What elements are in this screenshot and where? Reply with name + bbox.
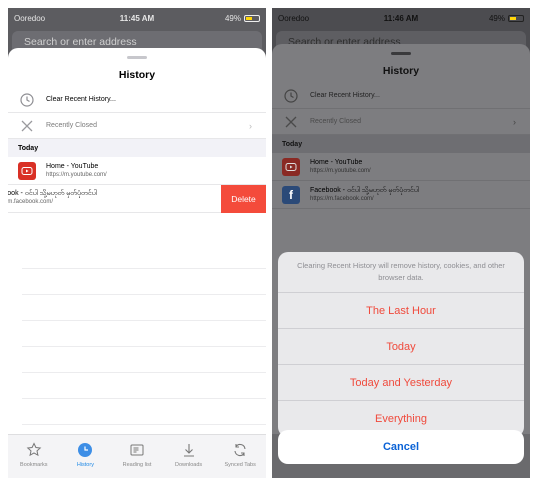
sync-icon (232, 441, 248, 459)
facebook-icon: f (282, 185, 300, 204)
tab-label: History (76, 462, 94, 468)
history-clock-icon (282, 87, 300, 105)
status-bar: Ooredoo 11:46 AM 49% (272, 8, 530, 30)
divider (22, 294, 266, 295)
tab-history[interactable]: History (60, 441, 110, 468)
section-today: Today (8, 139, 266, 157)
star-icon (26, 441, 42, 459)
status-bar: Ooredoo 11:45 AM 49% (8, 8, 266, 30)
battery-indicator: 49% (225, 14, 260, 23)
history-clock-icon (18, 91, 36, 109)
history-item-title: Home - YouTube (46, 163, 99, 170)
recently-closed-row[interactable]: Recently Closed › (272, 109, 530, 135)
divider (22, 268, 266, 269)
reading-list-icon (129, 441, 145, 459)
left-screen: Ooredoo 11:45 AM 49% Search or enter add… (8, 8, 266, 478)
action-sheet-message: Clearing Recent History will remove hist… (278, 252, 524, 293)
divider (22, 424, 266, 425)
clock-icon (77, 441, 93, 459)
history-item-title: Facebook - ဝင်ပါ သို့မဟုတ် မှတ်ပုံတင်ပါ (310, 187, 420, 194)
battery-icon (244, 15, 260, 22)
clear-recent-history-row[interactable]: Clear Recent History... (8, 87, 266, 113)
option-today-yesterday-button[interactable]: Today and Yesterday (278, 365, 524, 401)
divider (22, 320, 266, 321)
chevron-right-icon: › (513, 116, 516, 127)
close-x-icon (282, 113, 300, 131)
sheet-grabber[interactable] (127, 56, 147, 59)
option-last-hour-button[interactable]: The Last Hour (278, 293, 524, 329)
swiped-content: cebook - ဝင်ပါ သို့မဟုတ် မှတ်ပုံတင်ပါ ps… (8, 189, 216, 206)
history-item-url: ps://m.facebook.com/ (8, 199, 54, 205)
tab-label: Bookmarks (20, 462, 48, 468)
right-screen: Ooredoo 11:46 AM 49% Search or enter add… (272, 8, 530, 478)
clear-history-action-sheet: Clearing Recent History will remove hist… (278, 252, 524, 437)
history-item-url: https://m.youtube.com/ (46, 172, 107, 178)
battery-icon (508, 15, 524, 22)
divider (22, 372, 266, 373)
recently-closed-label: Recently Closed (310, 118, 361, 125)
divider (22, 346, 266, 347)
tab-label: Reading list (122, 462, 152, 468)
sheet-title: History (118, 69, 156, 81)
history-item-title: Home - YouTube (310, 159, 363, 166)
sheet-grabber[interactable] (391, 52, 411, 55)
battery-indicator: 49% (489, 14, 524, 23)
download-icon (181, 441, 197, 459)
history-item-facebook[interactable]: f Facebook - ဝင်ပါ သို့မဟုတ် မှတ်ပုံတင်ပ… (272, 181, 530, 209)
youtube-icon (282, 157, 300, 176)
cancel-button[interactable]: Cancel (278, 430, 524, 464)
history-item-title: cebook - ဝင်ပါ သို့မဟုတ် မှတ်ပုံတင်ပါ (8, 190, 97, 197)
history-item-url: https://m.youtube.com/ (310, 168, 371, 174)
recently-closed-row[interactable]: Recently Closed › (8, 113, 266, 139)
option-today-button[interactable]: Today (278, 329, 524, 365)
delete-button[interactable]: Delete (221, 185, 266, 213)
chevron-right-icon: › (249, 120, 252, 131)
close-x-icon (18, 117, 36, 135)
bottom-tab-bar: Bookmarks History Reading list Downloads (8, 434, 266, 478)
divider (22, 398, 266, 399)
recently-closed-label: Recently Closed (46, 122, 97, 129)
youtube-icon (18, 161, 36, 180)
tab-reading-list[interactable]: Reading list (112, 441, 162, 468)
tab-synced-tabs[interactable]: Synced Tabs (215, 441, 265, 468)
sheet-title: History (382, 65, 420, 77)
history-item-youtube[interactable]: Home - YouTube https://m.youtube.com/ (8, 157, 266, 185)
section-today: Today (272, 135, 530, 153)
tab-bookmarks[interactable]: Bookmarks (9, 441, 59, 468)
history-sheet: History Clear Recent History... Recently… (8, 48, 266, 478)
clear-recent-history-row[interactable]: Clear Recent History... (272, 83, 530, 109)
history-item-facebook-swiped[interactable]: cebook - ဝင်ပါ သို့မဟုတ် မှတ်ပုံတင်ပါ ps… (8, 185, 266, 213)
battery-percent: 49% (488, 14, 505, 23)
history-item-url: https://m.facebook.com/ (310, 196, 374, 202)
battery-percent: 49% (224, 14, 241, 23)
clear-recent-label: Clear Recent History... (46, 96, 116, 103)
tab-label: Synced Tabs (224, 462, 256, 468)
clear-recent-label: Clear Recent History... (310, 92, 380, 99)
tab-label: Downloads (174, 462, 203, 468)
tab-downloads[interactable]: Downloads (164, 441, 214, 468)
history-item-youtube[interactable]: Home - YouTube https://m.youtube.com/ (272, 153, 530, 181)
